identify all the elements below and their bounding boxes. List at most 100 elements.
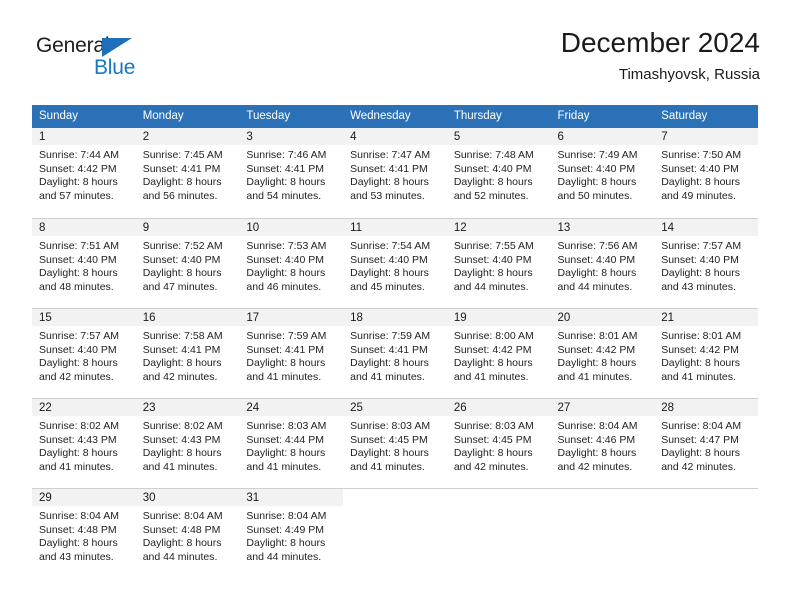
daylight-duration-line2: and 41 minutes. — [246, 460, 322, 473]
daylight-duration-line2: and 42 minutes. — [453, 460, 529, 473]
day-details: Sunrise: 8:04 AM Sunset: 4:49 PM Daylight:… — [239, 506, 343, 564]
calendar-day-cell[interactable]: 18 Sunrise: 7:59 AM Sunset: 4:41 PM Dayligh… — [343, 308, 447, 398]
day-details: Sunrise: 7:57 AM Sunset: 4:40 PM Daylight:… — [654, 236, 758, 294]
sunset-time: Sunset: 4:42 PM — [39, 162, 117, 175]
sunrise-time: Sunrise: 8:02 AM — [142, 420, 223, 432]
sunrise-time: Sunrise: 8:04 AM — [142, 510, 223, 522]
daylight-duration-line2: and 50 minutes. — [557, 189, 633, 202]
sunrise-time: Sunrise: 8:03 AM — [350, 420, 431, 432]
day-details: Sunrise: 7:58 AM Sunset: 4:41 PM Daylight:… — [136, 326, 240, 384]
day-cell-inner: 20 Sunrise: 8:01 AM Sunset: 4:42 PM Dayligh… — [550, 308, 655, 398]
day-cell-inner: 10 Sunrise: 7:53 AM Sunset: 4:40 PM Dayligh… — [239, 218, 344, 308]
calendar-day-cell[interactable]: 20 Sunrise: 8:01 AM Sunset: 4:42 PM Dayligh… — [550, 308, 655, 398]
sunset-time: Sunset: 4:43 PM — [142, 433, 221, 446]
sunrise-time: Sunrise: 8:04 AM — [39, 510, 119, 522]
calendar-day-cell[interactable]: 14 Sunrise: 7:57 AM Sunset: 4:40 PM Dayligh… — [654, 218, 758, 308]
day-number: 18 — [343, 309, 447, 326]
daylight-duration-line1: Daylight: 8 hours — [39, 176, 118, 189]
calendar-day-cell[interactable]: 6 Sunrise: 7:49 AM Sunset: 4:40 PM Daylight… — [550, 128, 655, 218]
sunset-time: Sunset: 4:40 PM — [661, 162, 739, 175]
daylight-duration-line2: and 45 minutes. — [350, 280, 425, 293]
daylight-duration-line2: and 48 minutes. — [39, 280, 114, 293]
calendar-day-cell[interactable]: 27 Sunrise: 8:04 AM Sunset: 4:46 PM Dayligh… — [550, 398, 655, 488]
sunrise-time: Sunrise: 8:03 AM — [246, 420, 327, 432]
day-details: Sunrise: 7:47 AM Sunset: 4:41 PM Daylight:… — [343, 145, 447, 203]
calendar-day-cell[interactable]: 22 Sunrise: 8:02 AM Sunset: 4:43 PM Dayligh… — [32, 398, 136, 488]
daylight-duration-line2: and 41 minutes. — [453, 370, 529, 383]
calendar-day-cell[interactable]: 3 Sunrise: 7:46 AM Sunset: 4:41 PM Daylight… — [239, 128, 344, 218]
daylight-duration-line2: and 44 minutes. — [557, 280, 633, 293]
day-cell-inner: 16 Sunrise: 7:58 AM Sunset: 4:41 PM Dayligh… — [135, 308, 240, 398]
calendar-day-cell[interactable]: 16 Sunrise: 7:58 AM Sunset: 4:41 PM Dayligh… — [135, 308, 240, 398]
day-cell-inner: 8 Sunrise: 7:51 AM Sunset: 4:40 PM Daylight… — [32, 218, 136, 308]
daylight-duration-line2: and 43 minutes. — [39, 550, 114, 563]
day-number: 28 — [654, 399, 758, 416]
sunrise-time: Sunrise: 7:50 AM — [661, 149, 742, 161]
daylight-duration-line2: and 41 minutes. — [350, 460, 425, 473]
day-number: 29 — [32, 489, 136, 506]
calendar-day-cell[interactable]: 4 Sunrise: 7:47 AM Sunset: 4:41 PM Daylight… — [343, 128, 447, 218]
column-header-tuesday: Tuesday — [239, 105, 344, 128]
day-cell-inner: 5 Sunrise: 7:48 AM Sunset: 4:40 PM Daylight… — [446, 128, 551, 218]
daylight-duration-line2: and 56 minutes. — [142, 189, 218, 202]
daylight-duration-line2: and 52 minutes. — [453, 189, 529, 202]
sunset-time: Sunset: 4:40 PM — [39, 253, 117, 266]
day-details: Sunrise: 7:49 AM Sunset: 4:40 PM Daylight:… — [551, 145, 655, 203]
daylight-duration-line2: and 42 minutes. — [39, 370, 114, 383]
calendar-day-cell[interactable]: 10 Sunrise: 7:53 AM Sunset: 4:40 PM Dayligh… — [239, 218, 344, 308]
day-number: 24 — [239, 399, 344, 416]
daylight-duration-line2: and 46 minutes. — [246, 280, 322, 293]
day-details: Sunrise: 8:04 AM Sunset: 4:48 PM Daylight:… — [32, 506, 136, 564]
calendar-day-cell[interactable]: 1 Sunrise: 7:44 AM Sunset: 4:42 PM Daylight… — [32, 128, 136, 218]
day-details: Sunrise: 8:04 AM Sunset: 4:46 PM Daylight:… — [551, 416, 655, 474]
sunrise-time: Sunrise: 8:02 AM — [39, 420, 119, 432]
calendar-day-cell[interactable]: 21 Sunrise: 8:01 AM Sunset: 4:42 PM Dayligh… — [654, 308, 758, 398]
daylight-duration-line1: Daylight: 8 hours — [350, 267, 429, 280]
calendar-day-cell[interactable]: 12 Sunrise: 7:55 AM Sunset: 4:40 PM Dayligh… — [446, 218, 551, 308]
calendar-day-cell[interactable]: 13 Sunrise: 7:56 AM Sunset: 4:40 PM Dayligh… — [550, 218, 655, 308]
day-cell-inner: 9 Sunrise: 7:52 AM Sunset: 4:40 PM Daylight… — [135, 218, 240, 308]
calendar-day-cell[interactable]: 29 Sunrise: 8:04 AM Sunset: 4:48 PM Dayligh… — [32, 488, 136, 578]
sunset-time: Sunset: 4:48 PM — [39, 523, 117, 536]
calendar-day-cell[interactable]: 23 Sunrise: 8:02 AM Sunset: 4:43 PM Dayligh… — [135, 398, 240, 488]
calendar-day-cell[interactable]: 11 Sunrise: 7:54 AM Sunset: 4:40 PM Dayligh… — [343, 218, 447, 308]
day-cell-inner: 7 Sunrise: 7:50 AM Sunset: 4:40 PM Daylight… — [654, 128, 758, 218]
daylight-duration-line2: and 41 minutes. — [246, 370, 322, 383]
daylight-duration-line2: and 43 minutes. — [661, 280, 736, 293]
day-cell-inner: 24 Sunrise: 8:03 AM Sunset: 4:44 PM Dayligh… — [239, 398, 344, 488]
calendar-day-cell[interactable]: 26 Sunrise: 8:03 AM Sunset: 4:45 PM Dayligh… — [446, 398, 551, 488]
day-details: Sunrise: 8:04 AM Sunset: 4:48 PM Daylight:… — [136, 506, 240, 564]
calendar-day-cell[interactable]: 9 Sunrise: 7:52 AM Sunset: 4:40 PM Daylight… — [135, 218, 240, 308]
day-cell-inner: 28 Sunrise: 8:04 AM Sunset: 4:47 PM Dayligh… — [654, 398, 758, 488]
calendar-page: General Blue December 2024 Timashyovsk, … — [0, 0, 792, 612]
daylight-duration-line1: Daylight: 8 hours — [246, 357, 326, 370]
calendar-day-cell[interactable]: 5 Sunrise: 7:48 AM Sunset: 4:40 PM Daylight… — [446, 128, 551, 218]
sunset-time: Sunset: 4:40 PM — [557, 253, 636, 266]
calendar-day-cell[interactable]: 19 Sunrise: 8:00 AM Sunset: 4:42 PM Dayligh… — [446, 308, 551, 398]
calendar-day-cell[interactable]: 28 Sunrise: 8:04 AM Sunset: 4:47 PM Dayligh… — [654, 398, 758, 488]
calendar-cell-empty — [550, 488, 655, 578]
daylight-duration-line1: Daylight: 8 hours — [557, 267, 637, 280]
column-header-sunday: Sunday — [32, 105, 136, 128]
calendar-day-cell[interactable]: 30 Sunrise: 8:04 AM Sunset: 4:48 PM Dayligh… — [135, 488, 240, 578]
calendar-cell-empty — [446, 488, 551, 578]
sunset-time: Sunset: 4:46 PM — [557, 433, 636, 446]
daylight-duration-line1: Daylight: 8 hours — [246, 537, 326, 550]
sunrise-time: Sunrise: 7:47 AM — [350, 149, 431, 161]
day-details: Sunrise: 7:44 AM Sunset: 4:42 PM Daylight:… — [32, 145, 136, 203]
sunset-time: Sunset: 4:41 PM — [142, 162, 221, 175]
day-details: Sunrise: 7:50 AM Sunset: 4:40 PM Daylight:… — [654, 145, 758, 203]
calendar-day-cell[interactable]: 24 Sunrise: 8:03 AM Sunset: 4:44 PM Dayligh… — [239, 398, 344, 488]
day-number: 2 — [135, 128, 240, 145]
calendar-day-cell[interactable]: 17 Sunrise: 7:59 AM Sunset: 4:41 PM Dayligh… — [239, 308, 344, 398]
day-number: 13 — [550, 219, 655, 236]
calendar-day-cell[interactable]: 7 Sunrise: 7:50 AM Sunset: 4:40 PM Daylight… — [654, 128, 758, 218]
calendar-day-cell[interactable]: 31 Sunrise: 8:04 AM Sunset: 4:49 PM Dayligh… — [239, 488, 344, 578]
calendar-day-cell[interactable]: 15 Sunrise: 7:57 AM Sunset: 4:40 PM Dayligh… — [32, 308, 136, 398]
daylight-duration-line2: and 47 minutes. — [142, 280, 218, 293]
calendar-day-cell[interactable]: 25 Sunrise: 8:03 AM Sunset: 4:45 PM Dayligh… — [343, 398, 447, 488]
sunrise-time: Sunrise: 7:53 AM — [246, 240, 327, 252]
day-number: 23 — [135, 399, 240, 416]
calendar-day-cell[interactable]: 2 Sunrise: 7:45 AM Sunset: 4:41 PM Daylight… — [135, 128, 240, 218]
calendar-day-cell[interactable]: 8 Sunrise: 7:51 AM Sunset: 4:40 PM Daylight… — [32, 218, 136, 308]
